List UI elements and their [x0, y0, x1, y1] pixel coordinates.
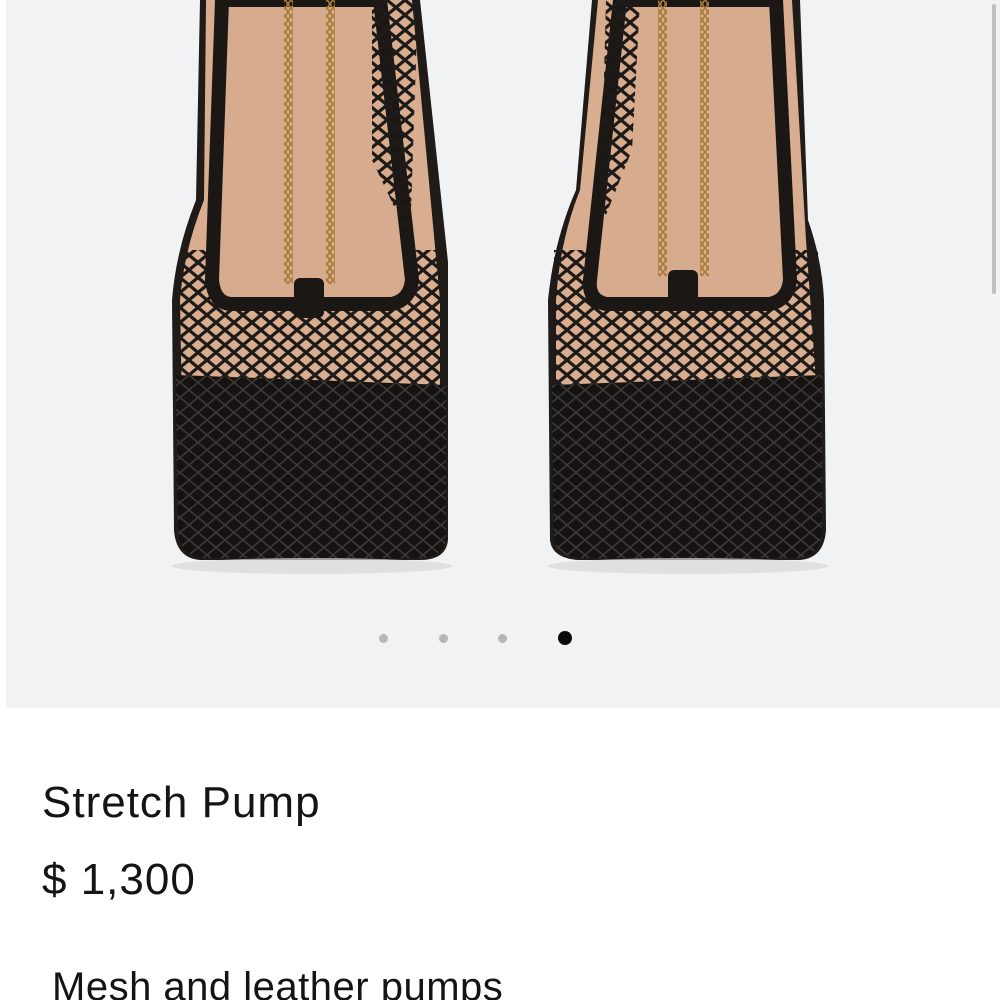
pager-dot-2[interactable]: [439, 634, 448, 643]
product-price: $ 1,300: [42, 855, 196, 904]
gallery-left-edge: [0, 0, 6, 708]
product-image[interactable]: [0, 0, 1000, 708]
left-shoe: [172, 0, 448, 560]
pager-dot-3[interactable]: [498, 634, 507, 643]
carousel-pager: [0, 628, 1000, 648]
product-image-carousel[interactable]: [0, 0, 1000, 708]
pager-dot-1[interactable]: [379, 634, 388, 643]
scrollbar-thumb[interactable]: [992, 4, 996, 294]
pager-dot-4-active[interactable]: [558, 631, 572, 645]
product-description: Mesh and leather pumps: [52, 965, 504, 1000]
product-detail-page: Stretch Pump $ 1,300 Mesh and leather pu…: [0, 0, 1000, 1000]
right-shoe: [548, 0, 826, 560]
product-title: Stretch Pump: [42, 778, 321, 827]
